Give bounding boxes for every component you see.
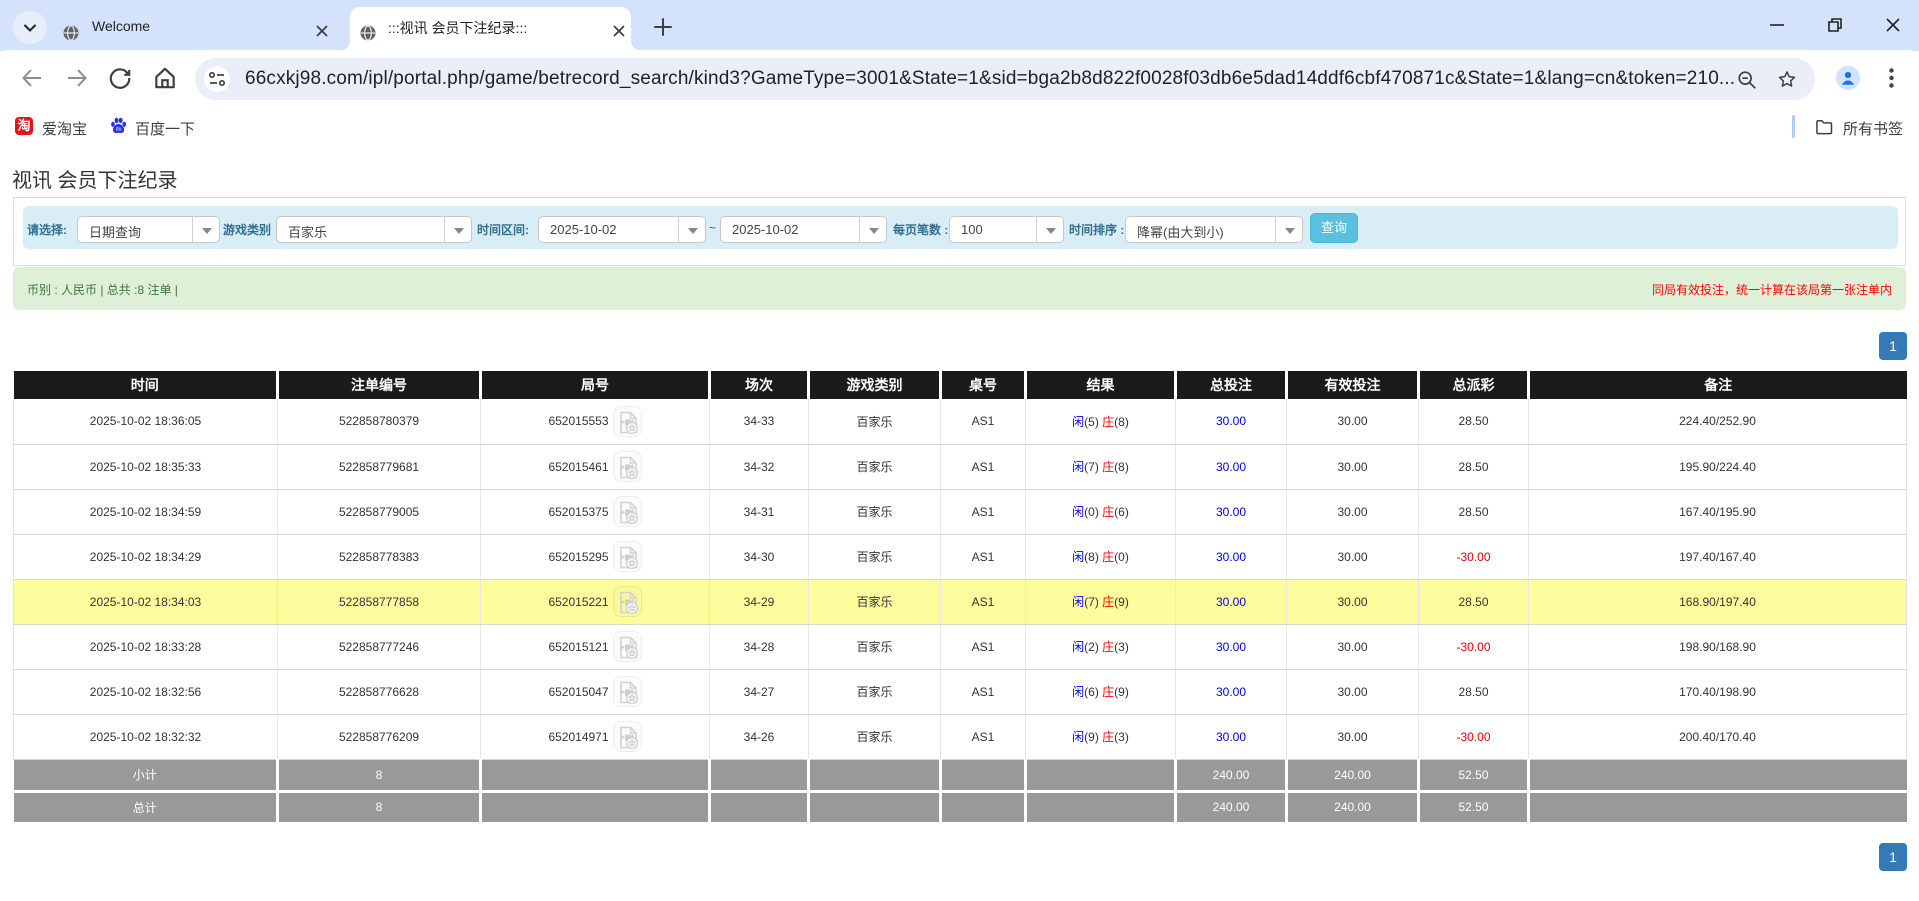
svg-text:du: du [116, 127, 122, 133]
